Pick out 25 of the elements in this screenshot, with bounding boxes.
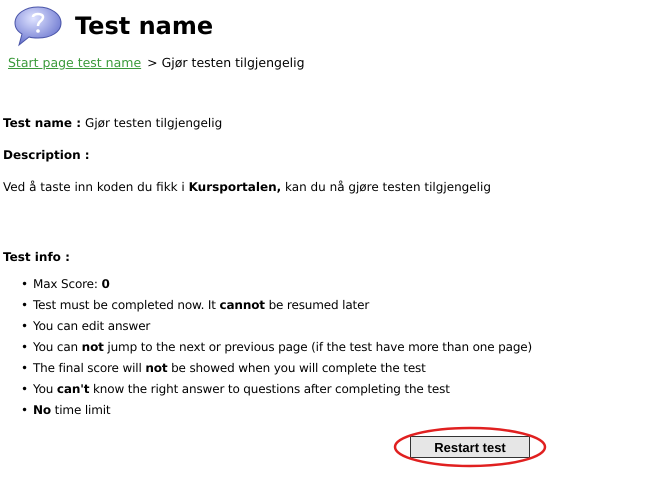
info-item: Test must be completed now. It cannot be resumed later xyxy=(33,296,370,312)
question-bubble-icon xyxy=(13,5,63,47)
bullet-mark: • xyxy=(21,338,29,354)
bullet-mark: • xyxy=(21,296,29,312)
breadcrumb-separator: > xyxy=(147,55,158,70)
info-item: You can't know the right answer to questions after completing the test xyxy=(33,380,450,396)
breadcrumb-link[interactable]: Start page test name xyxy=(8,55,142,70)
page-title: Test name xyxy=(75,12,214,40)
info-item: You can not jump to the next or previous page (if the test have more than one page) xyxy=(33,338,532,354)
breadcrumb-current: Gjør testen tilgjengelig xyxy=(162,55,305,70)
info-item: Max Score: 0 xyxy=(33,276,110,292)
test-info-label: Test info : xyxy=(3,250,70,264)
bullet-mark: • xyxy=(21,276,29,292)
bullet-mark: • xyxy=(21,380,29,396)
test-name-label: Test name : xyxy=(3,116,82,130)
bullet-mark: • xyxy=(21,360,29,376)
bullet-mark: • xyxy=(21,402,29,418)
info-item: No time limit xyxy=(33,402,110,418)
description-text: Ved å taste inn koden du fikk i Kursportalen, kan du nå gjøre testen tilgjengelig xyxy=(3,180,491,194)
description-label: Description : xyxy=(3,148,90,162)
bullet-mark: • xyxy=(21,318,29,334)
info-item: You can edit answer xyxy=(33,318,150,334)
test-name-value: Gjør testen tilgjengelig xyxy=(85,116,222,130)
restart-test-button[interactable]: Restart test xyxy=(410,436,530,458)
info-item: The final score will not be showed when you will complete the test xyxy=(33,360,426,376)
